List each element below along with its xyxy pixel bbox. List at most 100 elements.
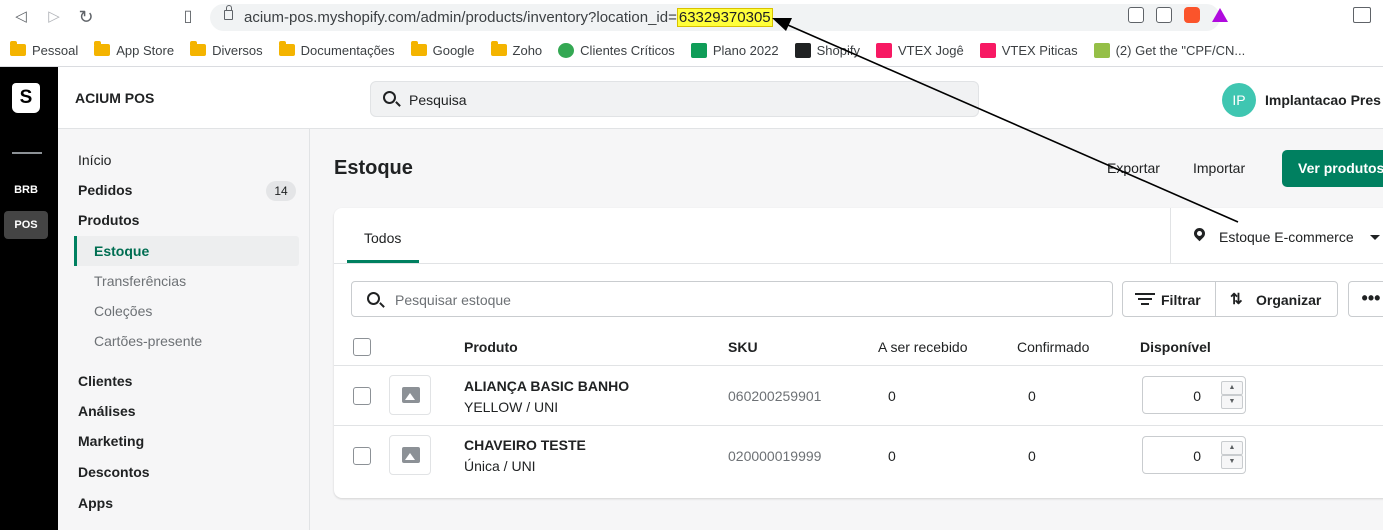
caret-down-icon[interactable] [1370, 235, 1380, 240]
sidebar-item-marketing[interactable]: Marketing [78, 433, 144, 449]
bookmark-google[interactable]: Google [410, 41, 475, 58]
sidebar-item-inicio[interactable]: Início [78, 152, 111, 168]
tabs-divider [334, 263, 1383, 264]
filter-button[interactable]: Filtrar [1122, 281, 1216, 317]
bookmark-diversos[interactable]: Diversos [190, 41, 263, 58]
sidebar-item-produtos[interactable]: Produtos [78, 212, 139, 228]
column-a-ser-recebido[interactable]: A ser recebido [878, 339, 968, 355]
available-quantity-input[interactable]: 0 ▲ ▼ [1142, 376, 1246, 414]
folder-icon [410, 41, 427, 56]
bookmark-label: VTEX Jogê [897, 42, 964, 58]
store-pos[interactable]: POS [4, 211, 48, 239]
orders-count-badge: 14 [266, 181, 296, 201]
bookmark-app-store[interactable]: App Store [94, 41, 174, 58]
bookmark-get-cpf[interactable]: (2) Get the "CPF/CN... [1093, 42, 1246, 58]
active-item-indicator [74, 236, 77, 266]
window-icon[interactable] [1353, 7, 1371, 23]
location-divider [1170, 208, 1171, 263]
search-input[interactable]: Pesquisa [370, 81, 979, 117]
bookmark-vtex-joge[interactable]: VTEX Jogê [875, 42, 964, 58]
inventory-card: Todos Estoque E-commerce Pesquisar estoq… [334, 208, 1383, 498]
row-checkbox[interactable] [353, 387, 371, 405]
location-pin-icon [1191, 225, 1208, 242]
url-prefix: acium-pos.myshopify.com/admin/products/i… [244, 9, 677, 26]
bookmark-label: Clientes Críticos [580, 42, 675, 58]
inventory-search-input[interactable]: Pesquisar estoque [351, 281, 1113, 317]
product-name[interactable]: ALIANÇA BASIC BANHO [464, 378, 629, 394]
bookmark-zoho[interactable]: Zoho [490, 41, 542, 58]
sidebar-item-transferencias[interactable]: Transferências [94, 273, 186, 289]
tab-todos[interactable]: Todos [364, 230, 401, 246]
bookmark-vtex-piticas[interactable]: VTEX Piticas [979, 42, 1078, 58]
url-text[interactable]: acium-pos.myshopify.com/admin/products/i… [244, 8, 773, 27]
select-all-checkbox[interactable] [353, 338, 371, 356]
bookmark-documentacoes[interactable]: Documentações [278, 41, 395, 58]
bookmark-plano-2022[interactable]: Plano 2022 [690, 42, 779, 58]
row-divider [334, 425, 1383, 426]
shopify-topbar: ACIUM POS Pesquisa IP Implantacao Pres [0, 67, 1383, 129]
more-actions-button[interactable]: ••• [1348, 281, 1383, 317]
column-confirmado[interactable]: Confirmado [1017, 339, 1089, 355]
reload-icon[interactable]: ↻ [75, 6, 97, 28]
image-placeholder-icon [402, 387, 420, 403]
shopify-icon [1093, 42, 1110, 58]
qr-icon[interactable] [1156, 7, 1172, 23]
address-bar[interactable]: acium-pos.myshopify.com/admin/products/i… [210, 4, 1220, 31]
sidebar-item-apps[interactable]: Apps [78, 495, 113, 511]
available-value: 0 [1193, 448, 1201, 464]
product-variant: Única / UNI [464, 458, 536, 474]
sort-icon: ⇅ [1230, 291, 1243, 308]
decrement-icon[interactable]: ▼ [1221, 395, 1243, 409]
forward-icon[interactable]: ▷ [43, 6, 65, 28]
column-produto[interactable]: Produto [464, 339, 518, 355]
sidebar-item-clientes[interactable]: Clientes [78, 373, 132, 389]
incoming-cell: 0 [888, 448, 896, 464]
user-name[interactable]: Implantacao Pres [1265, 92, 1381, 108]
sidebar-item-descontos[interactable]: Descontos [78, 464, 150, 480]
folder-icon [190, 41, 207, 56]
product-name[interactable]: CHAVEIRO TESTE [464, 437, 586, 453]
row-checkbox[interactable] [353, 447, 371, 465]
bookmark-pessoal[interactable]: Pessoal [10, 41, 78, 58]
column-sku[interactable]: SKU [728, 339, 758, 355]
search-icon [367, 292, 380, 305]
brave-rewards-icon[interactable] [1212, 8, 1228, 22]
sidebar-item-colecoes[interactable]: Coleções [94, 303, 152, 319]
increment-icon[interactable]: ▲ [1221, 381, 1243, 395]
search-icon [383, 91, 396, 104]
sku-cell: 060200259901 [728, 388, 822, 404]
sidebar-item-cartoes-presente[interactable]: Cartões-presente [94, 333, 202, 349]
bookmark-icon[interactable]: ▯ [177, 6, 199, 28]
avatar[interactable]: IP [1222, 83, 1256, 117]
available-quantity-input[interactable]: 0 ▲ ▼ [1142, 436, 1246, 474]
decrement-icon[interactable]: ▼ [1221, 455, 1243, 469]
shopify-logo-icon[interactable]: S [12, 83, 40, 113]
bookmark-shopify[interactable]: Shopify [794, 42, 860, 58]
image-placeholder-icon [402, 447, 420, 463]
location-selector[interactable]: Estoque E-commerce [1219, 229, 1354, 245]
bookmark-label: Diversos [212, 42, 263, 58]
bookmark-label: (2) Get the "CPF/CN... [1115, 42, 1246, 58]
back-icon[interactable]: ◁ [10, 6, 32, 28]
sidebar-item-analises[interactable]: Análises [78, 403, 136, 419]
bookmark-label: Google [432, 42, 475, 58]
folder-icon [94, 41, 111, 56]
vtex-icon [875, 42, 892, 58]
increment-icon[interactable]: ▲ [1221, 441, 1243, 455]
column-disponivel[interactable]: Disponível [1140, 339, 1211, 355]
bookmark-clientes-criticos[interactable]: Clientes Críticos [558, 42, 675, 58]
import-button[interactable]: Importar [1193, 160, 1245, 176]
sort-button[interactable]: ⇅ Organizar [1215, 281, 1338, 317]
view-products-button[interactable]: Ver produtos [1282, 150, 1383, 187]
product-thumbnail[interactable] [389, 375, 431, 415]
tab-icon[interactable] [1128, 7, 1144, 23]
brave-icon[interactable] [1184, 7, 1200, 23]
export-button[interactable]: Exportar [1107, 160, 1160, 176]
extension-icons [1128, 7, 1228, 23]
sidebar-item-estoque[interactable]: Estoque [94, 243, 149, 259]
people-icon [558, 42, 575, 58]
bookmark-label: VTEX Piticas [1001, 42, 1078, 58]
product-thumbnail[interactable] [389, 435, 431, 475]
sidebar-item-pedidos[interactable]: Pedidos [78, 182, 132, 198]
store-brb[interactable]: BRB [4, 176, 48, 204]
